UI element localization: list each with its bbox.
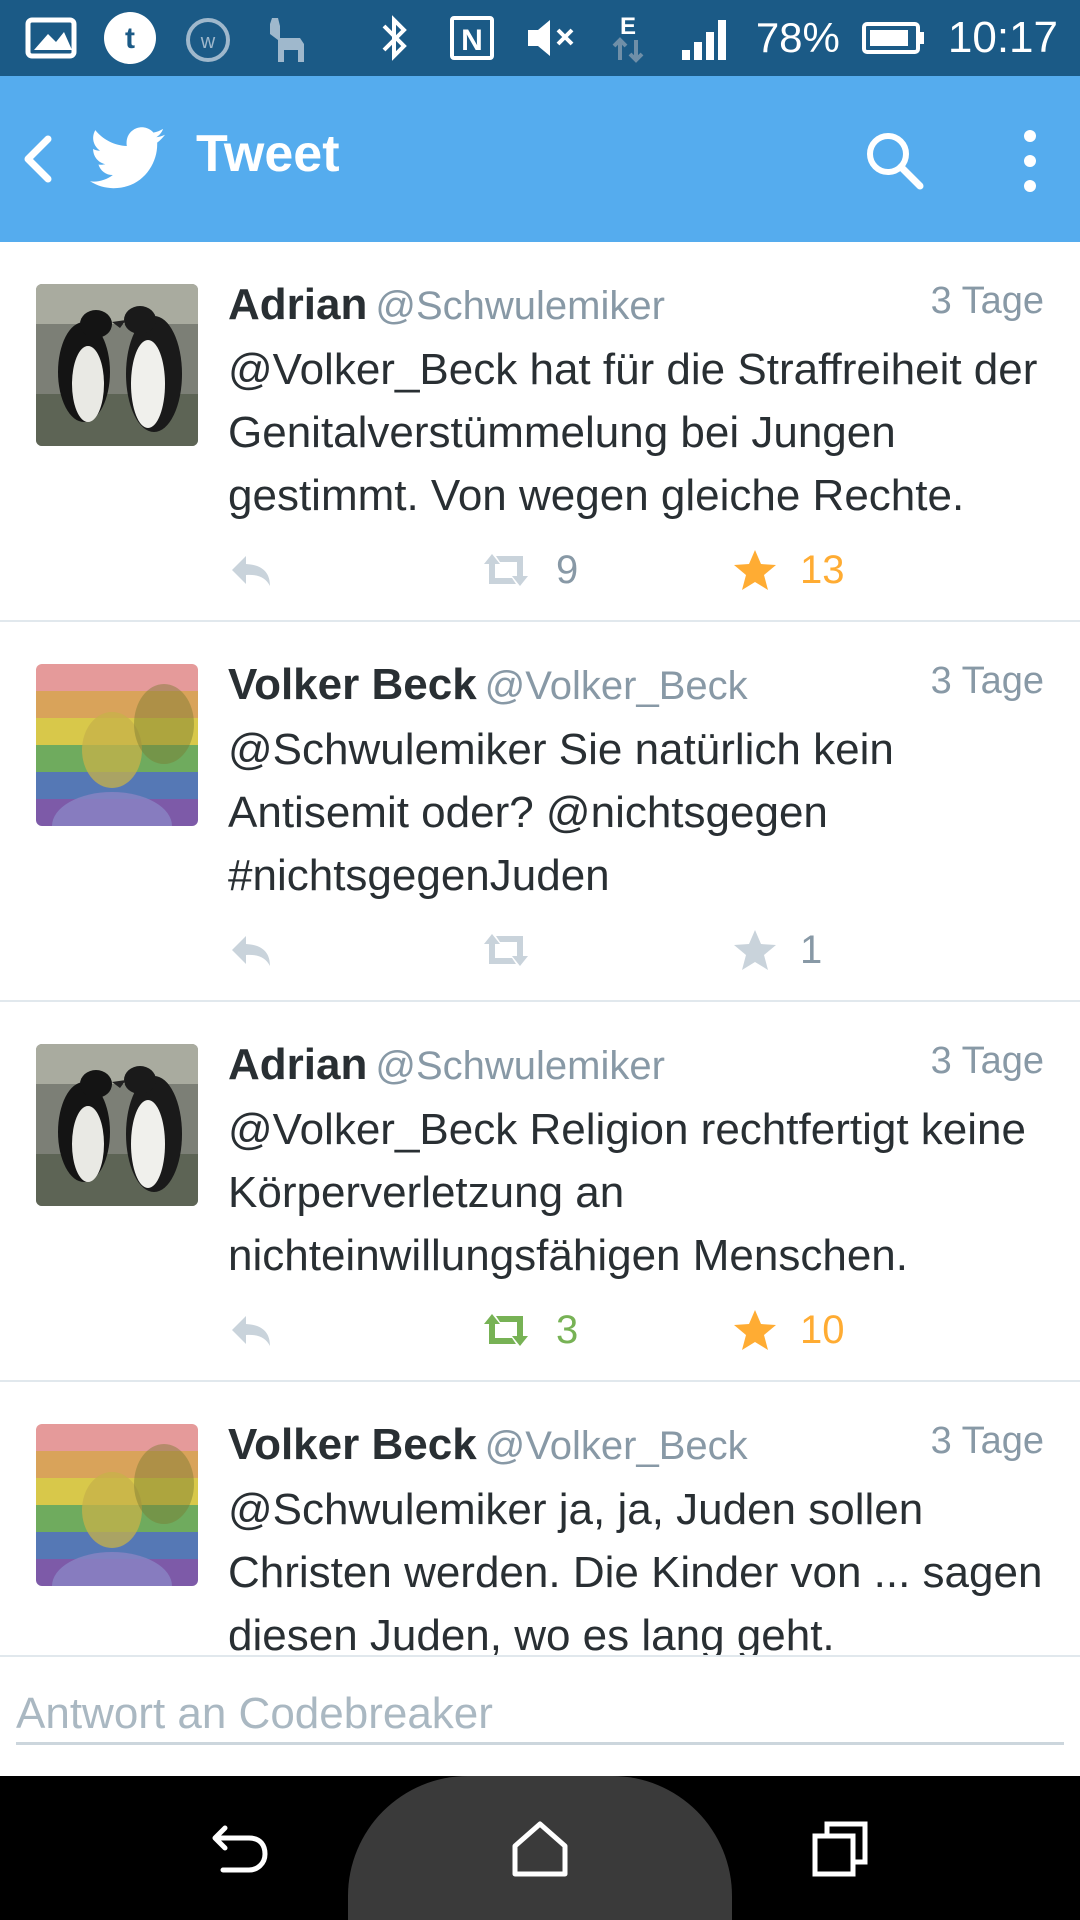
tweet-actions: 9 13	[228, 542, 928, 598]
nav-recents-icon[interactable]	[805, 1816, 875, 1880]
network-e-icon: E	[600, 10, 656, 66]
back-arrow-icon[interactable]	[18, 131, 58, 187]
battery-percent: 78%	[755, 14, 840, 61]
favorite-button[interactable]: 13	[732, 542, 845, 598]
tweet-1[interactable]: Adrian @Schwulemiker 3 Tage @Volker_Beck …	[0, 242, 1080, 622]
tweet-header: Volker Beck @Volker_Beck 3 Tage	[228, 1420, 1044, 1476]
avatar-image	[36, 1044, 198, 1206]
reply-button[interactable]	[228, 542, 274, 598]
retweet-icon	[484, 1314, 528, 1346]
reply-button[interactable]	[228, 922, 274, 978]
status-bar: t w N E 78% 10:17	[0, 0, 1080, 76]
svg-text:E: E	[620, 13, 636, 40]
bluetooth-icon	[366, 10, 422, 66]
avatar[interactable]	[36, 284, 198, 446]
retweet-icon	[484, 934, 528, 966]
nav-back-icon[interactable]	[205, 1816, 275, 1880]
star-icon	[734, 550, 776, 590]
tweet-timestamp: 3 Tage	[930, 280, 1044, 322]
author-name[interactable]: Volker Beck	[228, 660, 477, 709]
reply-icon	[232, 1316, 270, 1346]
retweet-button[interactable]	[478, 922, 556, 978]
author-name[interactable]: Volker Beck	[228, 1420, 477, 1469]
tweet-text: @Volker_Beck Religion rechtfertigt keine…	[228, 1105, 1026, 1280]
alarm-w-icon: w	[180, 10, 236, 66]
favorite-button[interactable]: 10	[732, 1302, 845, 1358]
llama-icon	[258, 10, 314, 66]
retweet-button[interactable]: 9	[478, 542, 578, 598]
clock: 10:17	[947, 13, 1058, 62]
nav-home-icon[interactable]	[505, 1816, 575, 1880]
star-icon	[734, 1310, 776, 1350]
tweet-text: @Schwulemiker Sie natürlich kein Antisem…	[228, 725, 894, 900]
author-name[interactable]: Adrian	[228, 1040, 367, 1089]
retweet-count: 3	[556, 1307, 579, 1352]
svg-text:N: N	[461, 24, 483, 57]
favorite-count: 1	[800, 927, 823, 972]
retweet-count: 9	[556, 547, 579, 592]
tweet-list[interactable]: Adrian @Schwulemiker 3 Tage @Volker_Beck …	[0, 242, 1080, 1655]
favorite-count: 13	[800, 547, 845, 592]
overflow-menu-icon[interactable]	[1012, 126, 1048, 196]
svg-text:t: t	[125, 22, 135, 55]
tumblr-icon: t	[102, 10, 158, 66]
author-name[interactable]: Adrian	[228, 280, 367, 329]
tweet-actions: 3 10	[228, 1302, 928, 1358]
tweet-4[interactable]: Volker Beck @Volker_Beck 3 Tage @Schwulem…	[0, 1382, 1080, 1655]
mute-icon	[522, 10, 578, 66]
avatar[interactable]	[36, 1424, 198, 1586]
system-nav-bar	[0, 1776, 1080, 1920]
avatar-image	[36, 284, 198, 446]
reply-bar	[0, 1655, 1080, 1776]
tweet-3[interactable]: Adrian @Schwulemiker 3 Tage @Volker_Beck …	[0, 1002, 1080, 1382]
page-title: Tweet	[196, 125, 340, 183]
tweet-timestamp: 3 Tage	[930, 1040, 1044, 1082]
nfc-icon: N	[444, 10, 500, 66]
tweet-timestamp: 3 Tage	[930, 660, 1044, 702]
image-icon	[24, 10, 80, 66]
author-handle[interactable]: @Volker_Beck	[485, 664, 748, 708]
reply-button[interactable]	[228, 1302, 274, 1358]
tweet-text: @Volker_Beck hat für die Straffreiheit d…	[228, 345, 1038, 520]
signal-icon	[678, 10, 734, 66]
tweet-actions: 1	[228, 922, 928, 978]
twitter-bird-icon	[90, 127, 165, 189]
reply-input[interactable]	[16, 1685, 1064, 1745]
avatar-image	[36, 664, 198, 826]
author-handle[interactable]: @Schwulemiker	[375, 1044, 665, 1088]
tweet-header: Adrian @Schwulemiker 3 Tage	[228, 280, 1044, 336]
author-handle[interactable]: @Schwulemiker	[375, 284, 665, 328]
search-icon[interactable]	[862, 128, 926, 192]
reply-icon	[232, 556, 270, 586]
tweet-text: @Schwulemiker ja, ja, Juden sollen Chris…	[228, 1485, 1043, 1655]
favorite-button[interactable]: 1	[732, 922, 822, 978]
svg-text:w: w	[200, 31, 216, 53]
avatar[interactable]	[36, 664, 198, 826]
tweet-header: Adrian @Schwulemiker 3 Tage	[228, 1040, 1044, 1096]
reply-icon	[232, 936, 270, 966]
author-handle[interactable]: @Volker_Beck	[485, 1424, 748, 1468]
favorite-count: 10	[800, 1307, 845, 1352]
tweet-2[interactable]: Volker Beck @Volker_Beck 3 Tage @Schwulem…	[0, 622, 1080, 1002]
avatar[interactable]	[36, 1044, 198, 1206]
avatar-image	[36, 1424, 198, 1586]
app-header: Tweet	[0, 76, 1080, 242]
battery-icon	[861, 10, 926, 66]
star-icon	[734, 930, 776, 970]
retweet-button[interactable]: 3	[478, 1302, 578, 1358]
retweet-icon	[484, 554, 528, 586]
tweet-timestamp: 3 Tage	[930, 1420, 1044, 1462]
tweet-header: Volker Beck @Volker_Beck 3 Tage	[228, 660, 1044, 716]
